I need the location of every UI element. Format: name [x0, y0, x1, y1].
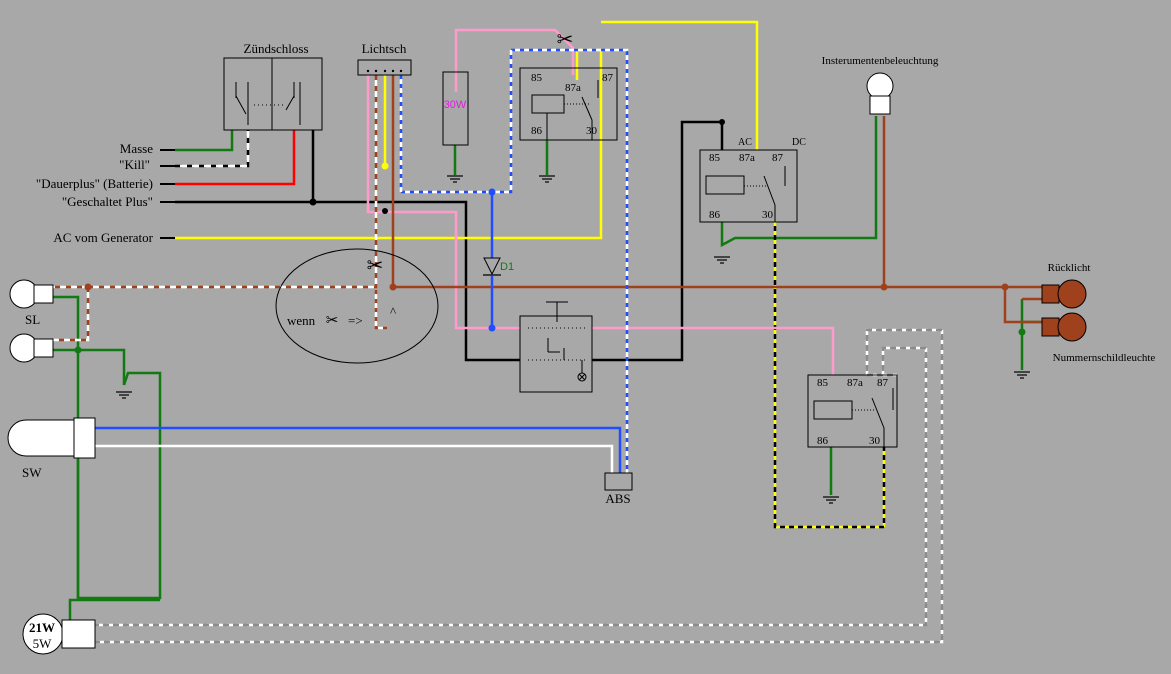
scissors-icon: ✂ [326, 313, 339, 329]
instrument-light-label: Insterumentenbeleuchtung [822, 55, 939, 67]
white-wire [95, 444, 614, 473]
resistor-label: 30W [444, 99, 467, 111]
scissors-icon: ✂ [367, 255, 384, 277]
ground-symbols [115, 175, 1031, 504]
side-lights: SL [9, 279, 54, 363]
relay-1: 85 87a 87 86 30 [519, 67, 618, 141]
scissors-icon: ✂ [557, 29, 574, 51]
rear-lights: Rücklicht Nummernschildleuchte [1041, 262, 1156, 364]
wiring-diagram: Masse "Kill" "Dauerplus" (Batterie) "Ges… [7, 20, 1156, 655]
label-kill: "Kill" [119, 157, 150, 172]
svg-text:AC: AC [738, 137, 752, 148]
headlight: SW [7, 417, 96, 480]
headlight-label: SW [22, 465, 42, 480]
relay-3: 85 87a 87 86 30 [807, 374, 898, 448]
ignition-switch: Zündschloss [223, 41, 323, 131]
svg-text:87: 87 [877, 377, 889, 389]
brake-switch-box [519, 301, 593, 393]
diode-label: D1 [500, 261, 514, 273]
white-dashed-wires [95, 328, 944, 644]
black-wires [175, 120, 724, 362]
brake-bulb: 21W 5W [22, 613, 96, 655]
abs-connector: ABS [604, 472, 633, 506]
yellow-wires [175, 20, 886, 529]
svg-text:87: 87 [772, 152, 784, 164]
svg-text:86: 86 [817, 435, 829, 447]
svg-text:30: 30 [762, 209, 774, 221]
plate-light-label: Nummernschildleuchte [1053, 352, 1156, 364]
svg-text:DC: DC [792, 137, 806, 148]
label-masse: Masse [120, 141, 153, 156]
side-light-label: SL [25, 312, 40, 327]
note-wenn: wenn [287, 313, 316, 328]
svg-text:87a: 87a [739, 152, 755, 164]
svg-text:87a: 87a [565, 82, 581, 94]
svg-text:85: 85 [709, 152, 721, 164]
light-switch: Lichtsch [357, 41, 412, 76]
note-arrow: => [348, 313, 363, 328]
rear-light-label: Rücklicht [1048, 262, 1091, 274]
instrument-light: Insterumentenbeleuchtung [822, 55, 939, 115]
note-ellipse: wenn ✂ => ^ [275, 248, 439, 364]
ignition-label: Zündschloss [244, 41, 309, 56]
diode-d1: D1 [483, 257, 514, 276]
relay-2: AC DC 85 87a 87 86 30 [699, 137, 806, 223]
svg-text:85: 85 [817, 377, 829, 389]
note-caret: ^ [390, 304, 396, 319]
abs-label: ABS [605, 491, 630, 506]
label-dauerplus: "Dauerplus" (Batterie) [36, 176, 153, 191]
red-wire [175, 130, 296, 186]
svg-text:86: 86 [531, 125, 543, 137]
green-wires [53, 116, 1042, 620]
svg-text:87a: 87a [847, 377, 863, 389]
svg-text:86: 86 [709, 209, 721, 221]
input-labels: Masse "Kill" "Dauerplus" (Batterie) "Ges… [36, 141, 175, 245]
label-geschaltet: "Geschaltet Plus" [62, 194, 153, 209]
label-ac: AC vom Generator [53, 230, 153, 245]
brake-bulb-5w: 5W [33, 636, 53, 651]
light-switch-label: Lichtsch [362, 41, 407, 56]
svg-text:30: 30 [869, 435, 881, 447]
svg-text:85: 85 [531, 72, 543, 84]
brake-bulb-21w: 21W [29, 620, 55, 635]
svg-text:87: 87 [602, 72, 614, 84]
